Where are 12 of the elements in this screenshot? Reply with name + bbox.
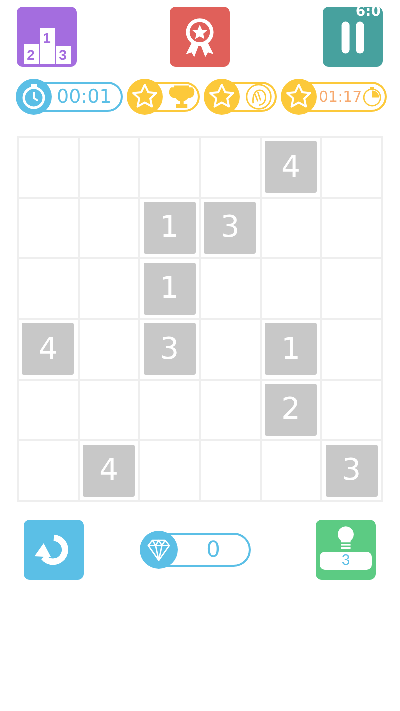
timer-value: 00:01 bbox=[57, 86, 112, 108]
leaderboard-button[interactable]: 2 1 3 bbox=[17, 7, 77, 67]
target-time: 01:17 bbox=[319, 88, 362, 106]
hint-count: 3 bbox=[320, 552, 372, 570]
podium-step: 3 bbox=[56, 46, 70, 64]
hint-button[interactable]: 3 bbox=[316, 520, 376, 580]
undo-button[interactable] bbox=[24, 520, 84, 580]
pause-button[interactable] bbox=[323, 7, 383, 67]
podium-step: 2 bbox=[24, 44, 38, 64]
gem-count: 0 bbox=[206, 538, 222, 562]
achievements-button[interactable] bbox=[170, 7, 230, 67]
podium-step: 1 bbox=[40, 28, 54, 64]
